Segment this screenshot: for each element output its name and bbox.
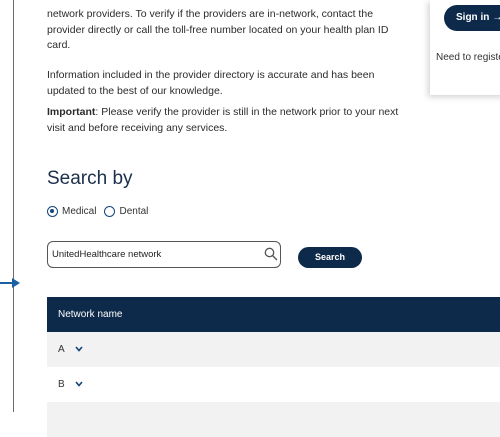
sign-in-button[interactable]: Sign in →: [444, 5, 500, 31]
table-row-a[interactable]: A: [47, 332, 500, 367]
important-text: : Please verify the provider is still in…: [47, 106, 399, 134]
dental-radio[interactable]: [104, 206, 116, 217]
row-letter: B: [58, 379, 65, 390]
search-by-heading: Search by: [47, 168, 133, 189]
plan-type-radio-group: Medical Dental: [47, 206, 156, 217]
arrow-right-icon: [0, 278, 20, 288]
search-icon[interactable]: [264, 247, 278, 261]
medical-radio-label[interactable]: Medical: [62, 206, 96, 217]
signin-card: Sign in→ Need to register?: [430, 0, 500, 95]
network-search-input[interactable]: [47, 241, 281, 268]
intro-paragraph-1: network providers. To verify if the prov…: [47, 8, 389, 51]
page-border-line: [13, 0, 14, 412]
register-note: Need to register?: [436, 52, 500, 63]
dental-radio-label[interactable]: Dental: [119, 206, 148, 217]
chevron-down-icon: [75, 346, 83, 353]
sign-in-label: Sign in: [456, 12, 490, 23]
table-row-c[interactable]: [47, 402, 500, 437]
table-row-b[interactable]: B: [47, 367, 500, 402]
chevron-down-icon: [75, 381, 84, 388]
important-label: Important: [47, 106, 96, 118]
search-button[interactable]: Search: [298, 247, 362, 268]
network-name-column-header: Network name: [47, 297, 500, 332]
important-paragraph: Important: Please verify the provider is…: [47, 105, 407, 136]
arrow-right-icon: →: [492, 12, 500, 23]
intro-paragraph-2: Information included in the provider dir…: [47, 69, 375, 97]
row-letter: A: [58, 344, 65, 355]
medical-radio[interactable]: [47, 206, 58, 217]
network-table: Network name A B: [47, 297, 500, 437]
